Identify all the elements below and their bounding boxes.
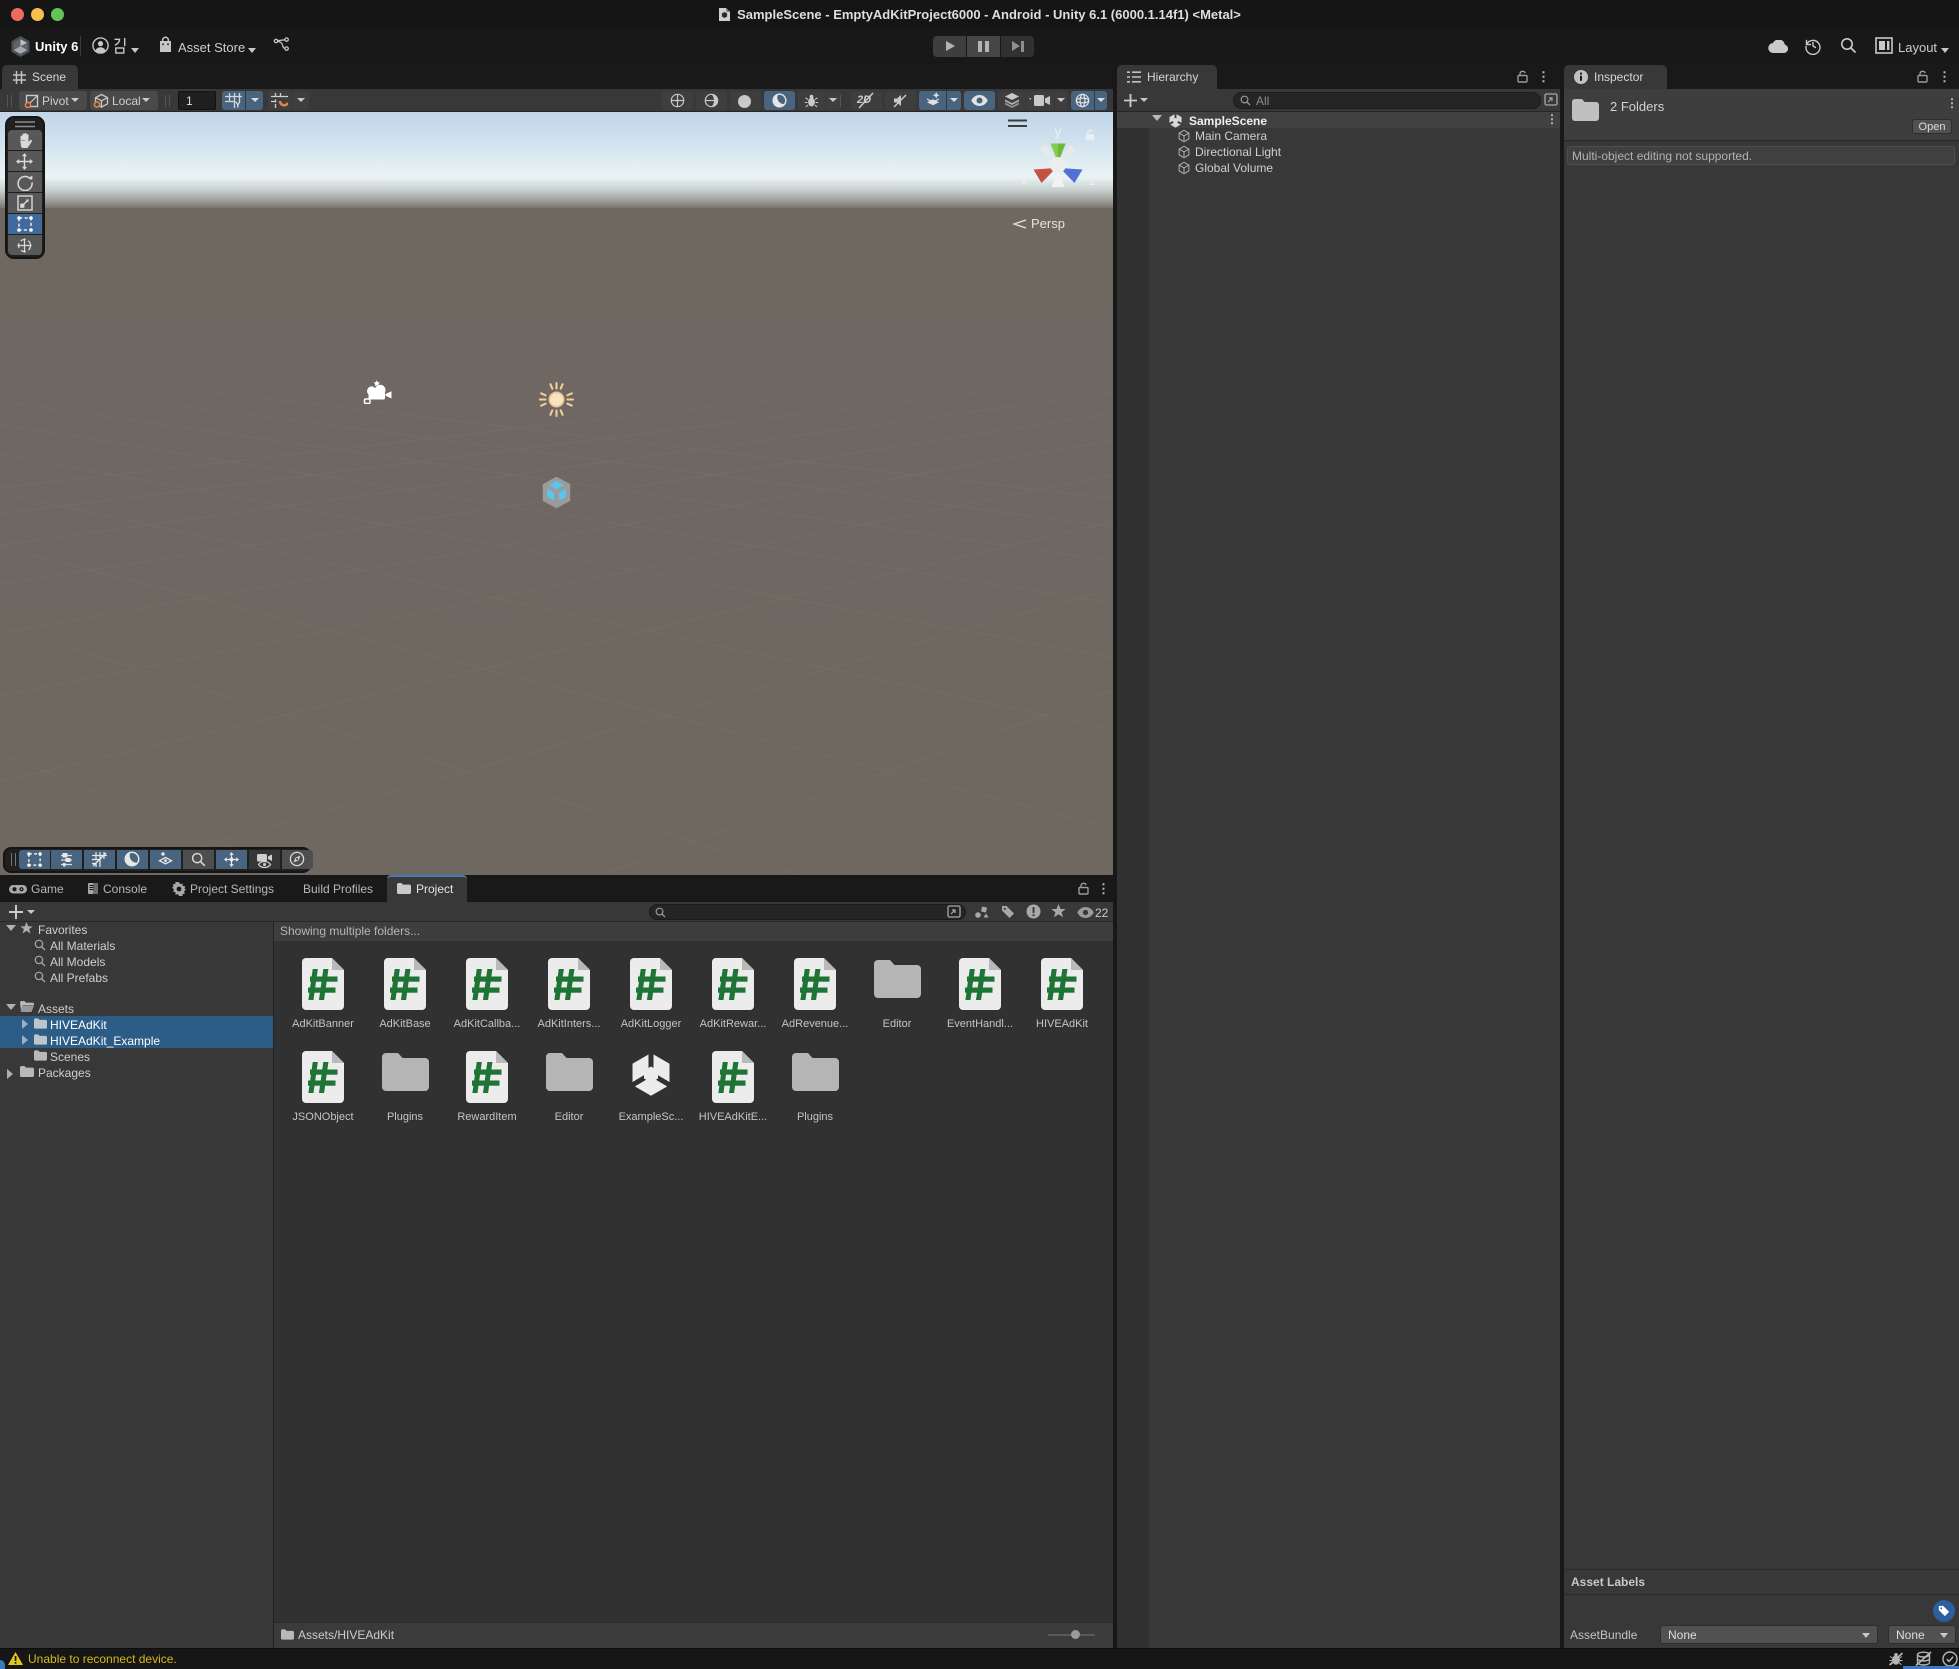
svg-text:y: y	[1055, 124, 1062, 139]
svg-text:x: x	[1021, 173, 1028, 188]
svg-text:z: z	[1089, 173, 1096, 188]
svg-text:Y: Y	[235, 100, 241, 109]
